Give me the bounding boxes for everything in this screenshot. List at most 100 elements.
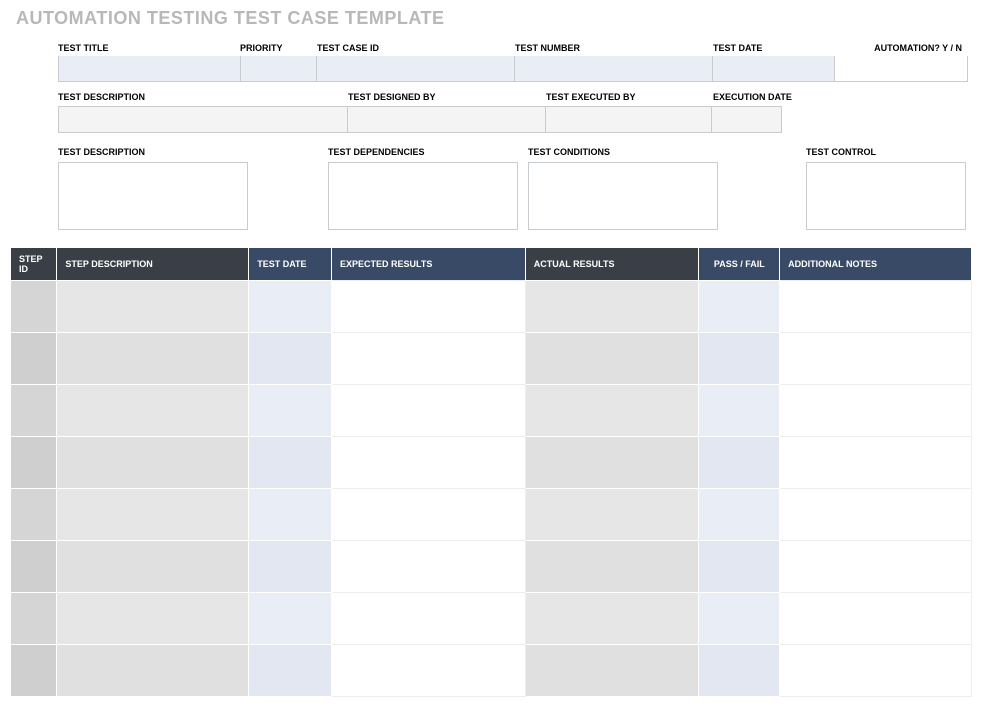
label-test-number: TEST NUMBER (515, 39, 713, 57)
header-test-date: TEST DATE (249, 248, 332, 281)
table-row (11, 541, 972, 593)
cell-expected-results[interactable] (331, 437, 525, 489)
header-pass-fail: PASS / FAIL (699, 248, 780, 281)
field-automation[interactable] (835, 56, 967, 81)
cell-step-description[interactable] (57, 541, 249, 593)
table-row (11, 385, 972, 437)
header-area: TEST TITLE PRIORITY TEST CASE ID TEST NU… (10, 39, 972, 230)
field-test-case-id[interactable] (317, 56, 515, 81)
cell-step-description[interactable] (57, 281, 249, 333)
table-row (11, 281, 972, 333)
cell-expected-results[interactable] (331, 645, 525, 697)
cell-actual-results[interactable] (525, 333, 699, 385)
cell-test-date[interactable] (249, 437, 332, 489)
cell-actual-results[interactable] (525, 385, 699, 437)
cell-test-date[interactable] (249, 385, 332, 437)
cell-step-description[interactable] (57, 489, 249, 541)
field-test-title[interactable] (59, 56, 241, 81)
label-test-designed-by: TEST DESIGNED BY (348, 88, 546, 106)
field-test-date[interactable] (713, 56, 836, 81)
steps-header-row: STEP ID STEP DESCRIPTION TEST DATE EXPEC… (11, 248, 972, 281)
cell-additional-notes[interactable] (780, 593, 972, 645)
cell-pass-fail[interactable] (699, 489, 780, 541)
label-priority: PRIORITY (240, 39, 317, 57)
cell-actual-results[interactable] (525, 437, 699, 489)
cell-expected-results[interactable] (331, 333, 525, 385)
cell-pass-fail[interactable] (699, 593, 780, 645)
textarea-test-control[interactable] (806, 162, 966, 230)
field-execution-date[interactable] (712, 107, 781, 132)
header-additional-notes: ADDITIONAL NOTES (780, 248, 972, 281)
cell-actual-results[interactable] (525, 593, 699, 645)
label-test-date: TEST DATE (713, 39, 836, 57)
field-priority[interactable] (241, 56, 318, 81)
table-row (11, 593, 972, 645)
cell-pass-fail[interactable] (699, 541, 780, 593)
cell-step-description[interactable] (57, 385, 249, 437)
cell-additional-notes[interactable] (780, 281, 972, 333)
cell-additional-notes[interactable] (780, 437, 972, 489)
cell-step-description[interactable] (57, 333, 249, 385)
cell-expected-results[interactable] (331, 281, 525, 333)
table-row (11, 645, 972, 697)
header1-labels: TEST TITLE PRIORITY TEST CASE ID TEST NU… (58, 39, 972, 57)
cell-additional-notes[interactable] (780, 333, 972, 385)
field-test-designed-by[interactable] (348, 107, 545, 132)
cell-step-id[interactable] (11, 281, 57, 333)
cell-expected-results[interactable] (331, 489, 525, 541)
cell-step-description[interactable] (57, 645, 249, 697)
cell-actual-results[interactable] (525, 281, 699, 333)
cell-test-date[interactable] (249, 593, 332, 645)
cell-pass-fail[interactable] (699, 385, 780, 437)
cell-actual-results[interactable] (525, 645, 699, 697)
textarea-test-description[interactable] (58, 162, 248, 230)
cell-step-id[interactable] (11, 541, 57, 593)
header2-labels: TEST DESCRIPTION TEST DESIGNED BY TEST E… (58, 88, 972, 106)
header-expected-results: EXPECTED RESULTS (331, 248, 525, 281)
cell-additional-notes[interactable] (780, 645, 972, 697)
cell-step-description[interactable] (57, 593, 249, 645)
cell-pass-fail[interactable] (699, 333, 780, 385)
page-title: AUTOMATION TESTING TEST CASE TEMPLATE (16, 8, 972, 29)
textarea-test-conditions[interactable] (528, 162, 718, 230)
textarea-test-dependencies[interactable] (328, 162, 518, 230)
cell-actual-results[interactable] (525, 541, 699, 593)
label-test-title: TEST TITLE (58, 39, 240, 57)
header-step-id: STEP ID (11, 248, 57, 281)
label-test-executed-by: TEST EXECUTED BY (546, 88, 713, 106)
header2-fields (58, 106, 782, 133)
cell-pass-fail[interactable] (699, 437, 780, 489)
cell-pass-fail[interactable] (699, 645, 780, 697)
field-test-description-short[interactable] (59, 107, 348, 132)
cell-step-id[interactable] (11, 593, 57, 645)
template-page: AUTOMATION TESTING TEST CASE TEMPLATE TE… (0, 0, 982, 707)
table-row (11, 437, 972, 489)
cell-test-date[interactable] (249, 281, 332, 333)
cell-step-id[interactable] (11, 645, 57, 697)
cell-expected-results[interactable] (331, 385, 525, 437)
steps-table: STEP ID STEP DESCRIPTION TEST DATE EXPEC… (10, 248, 972, 697)
cell-step-description[interactable] (57, 437, 249, 489)
cell-additional-notes[interactable] (780, 385, 972, 437)
cell-test-date[interactable] (249, 489, 332, 541)
cell-step-id[interactable] (11, 489, 57, 541)
field-test-executed-by[interactable] (546, 107, 713, 132)
cell-expected-results[interactable] (331, 593, 525, 645)
cell-expected-results[interactable] (331, 541, 525, 593)
cell-step-id[interactable] (11, 333, 57, 385)
cell-pass-fail[interactable] (699, 281, 780, 333)
cell-test-date[interactable] (249, 333, 332, 385)
label-box-control: TEST CONTROL (806, 147, 966, 162)
cell-step-id[interactable] (11, 385, 57, 437)
header1-fields (58, 56, 968, 82)
cell-test-date[interactable] (249, 541, 332, 593)
cell-step-id[interactable] (11, 437, 57, 489)
cell-additional-notes[interactable] (780, 489, 972, 541)
cell-additional-notes[interactable] (780, 541, 972, 593)
cell-actual-results[interactable] (525, 489, 699, 541)
label-test-description: TEST DESCRIPTION (58, 88, 348, 106)
label-box-dependencies: TEST DEPENDENCIES (328, 147, 518, 162)
label-execution-date: EXECUTION DATE (713, 88, 836, 106)
field-test-number[interactable] (515, 56, 713, 81)
cell-test-date[interactable] (249, 645, 332, 697)
